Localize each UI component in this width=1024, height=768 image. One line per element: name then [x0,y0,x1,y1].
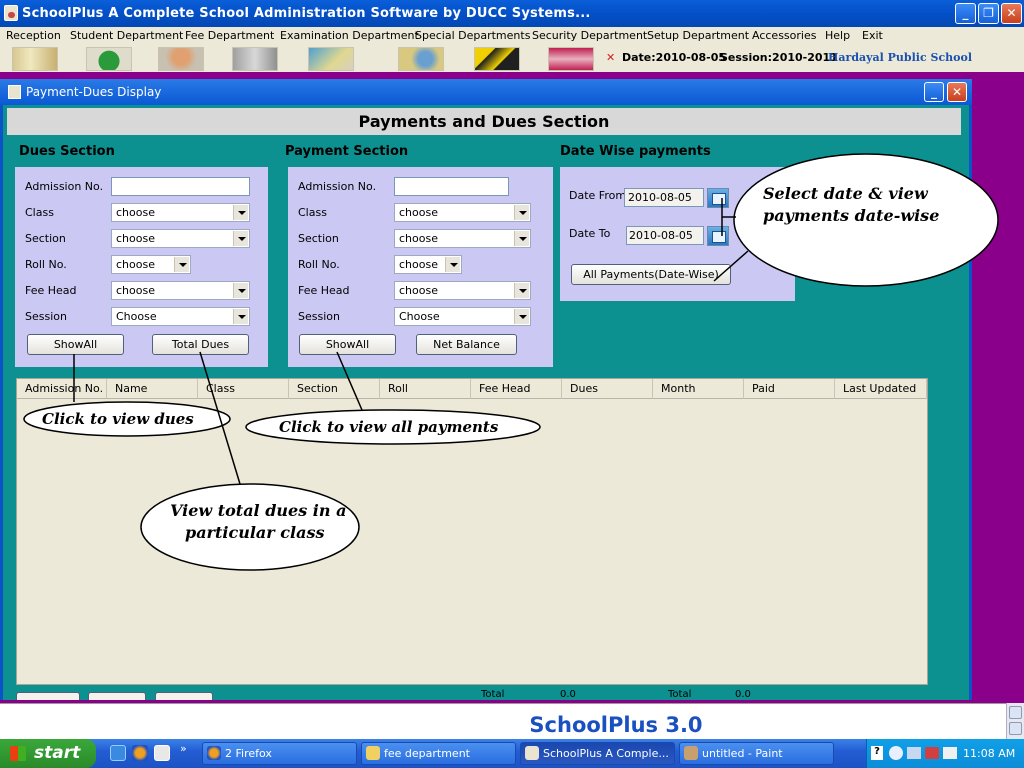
annotation-view-dues: Click to view dues [42,410,194,428]
annotation-line-payments [336,351,363,411]
annotation-view-payments: Click to view all payments [279,418,499,436]
annotation-line-datewise [713,250,749,282]
annotation-total-dues-line2: particular class [185,523,325,542]
annotation-datewise-line2: payments date-wise [763,206,940,225]
annotation-total-dues-line1: View total dues in a [170,501,347,520]
annotation-datewise-line1: Select date & view [763,184,928,203]
annotation-overlay [23,153,999,571]
